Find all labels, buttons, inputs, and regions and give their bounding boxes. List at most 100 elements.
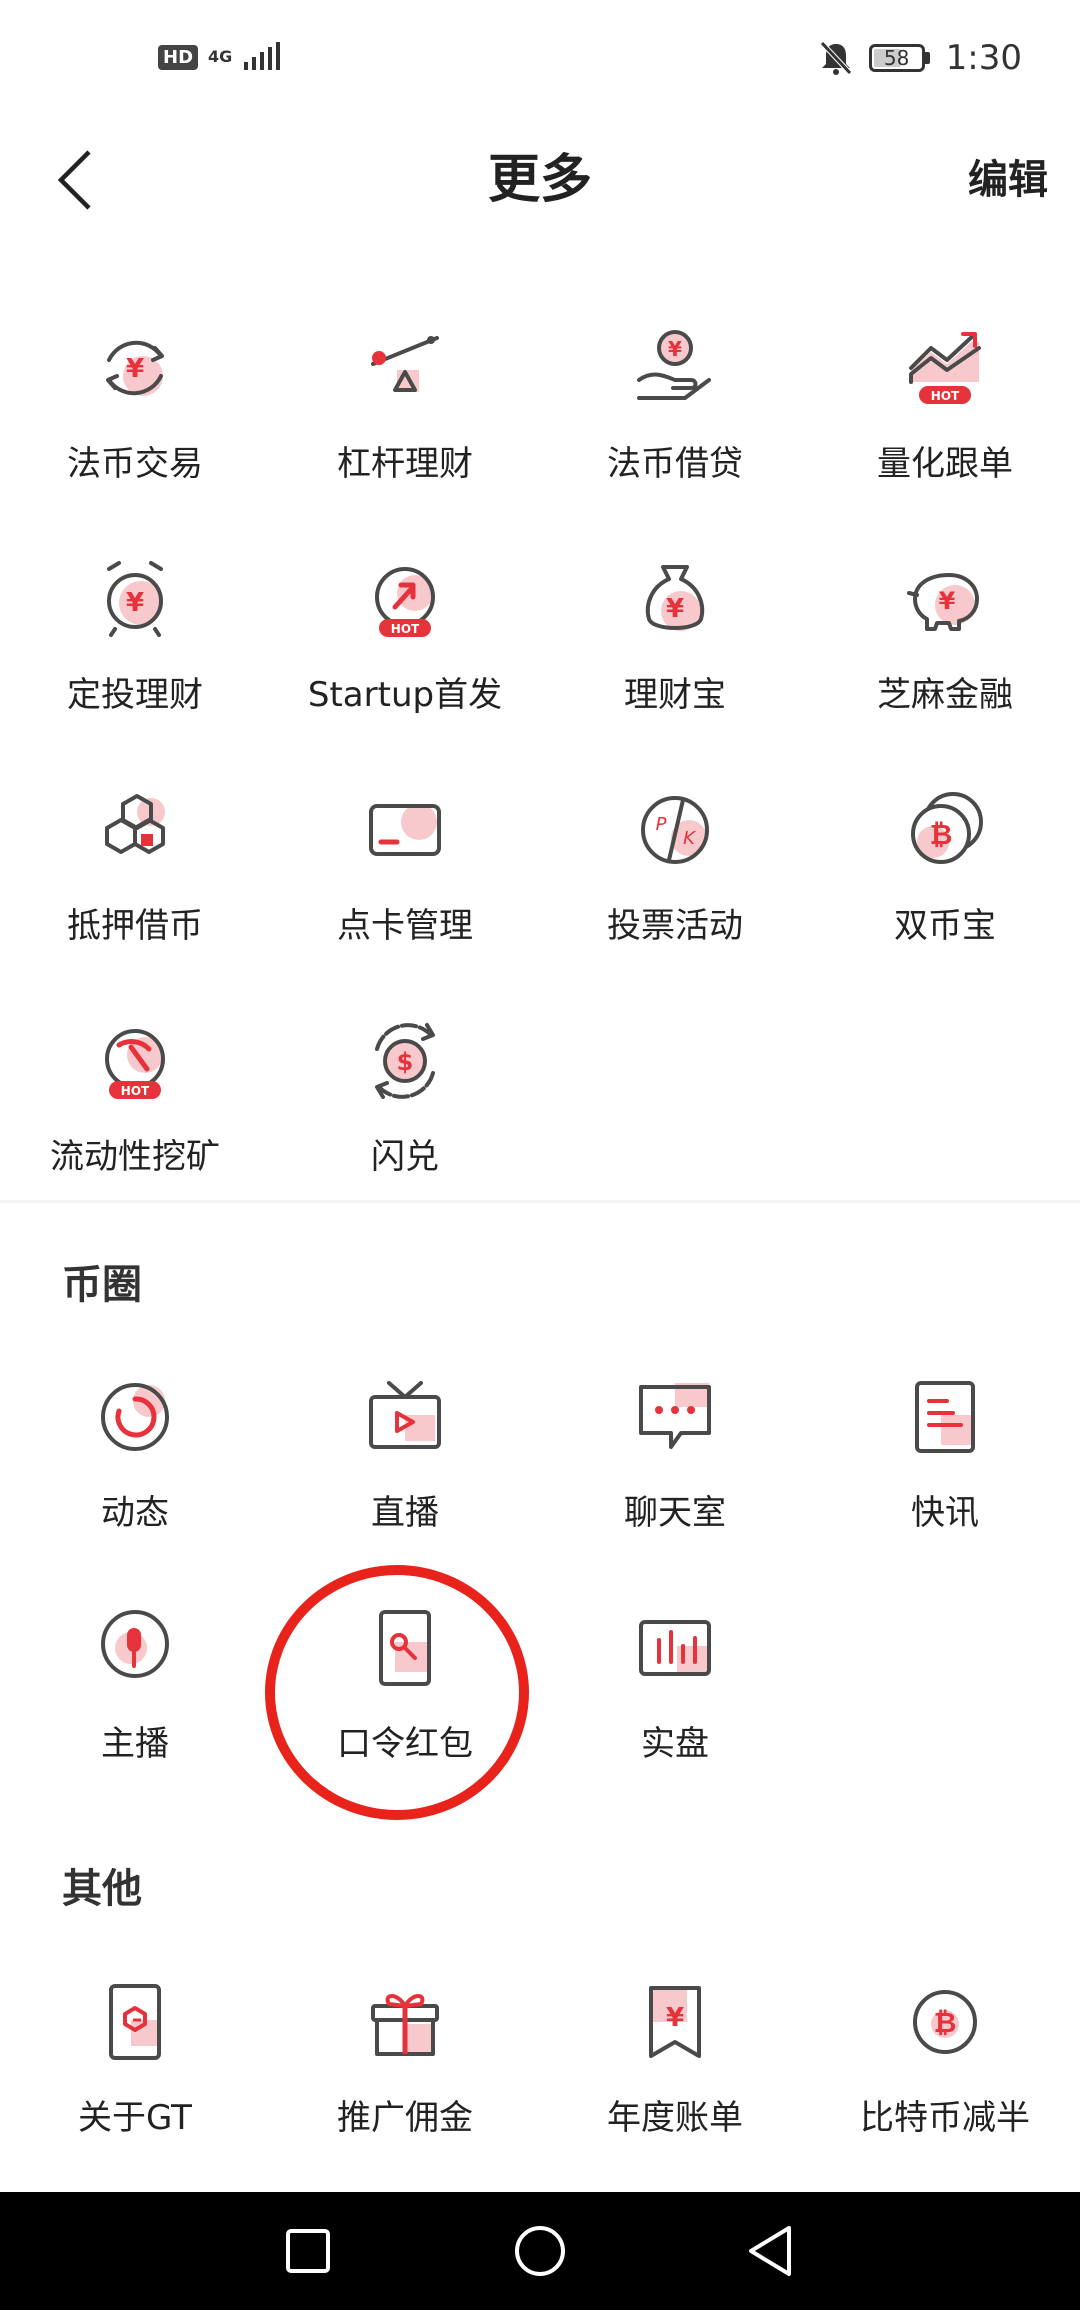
mute-bell-icon (819, 41, 852, 75)
coin-circle-section: 动态 直播 聊天室 快讯主播 口令红包 实盘 (0, 1331, 1080, 1793)
feature-tile[interactable]: 点卡管理 (270, 744, 540, 975)
feature-tile[interactable]: 杠杆理财 (270, 282, 540, 513)
feature-tile[interactable]: 主播 (0, 1562, 270, 1793)
mining-hot-icon: HOT (85, 1011, 185, 1111)
feature-label: 闪兑 (371, 1137, 439, 1177)
home-button[interactable] (495, 2214, 585, 2288)
feature-label: 流动性挖矿 (50, 1137, 220, 1177)
feature-tile[interactable]: ₿ 比特币减半 (810, 1936, 1080, 2167)
feature-tile[interactable]: 聊天室 (540, 1331, 810, 1562)
battery-percent: 58 (883, 46, 910, 70)
news-doc-icon (895, 1367, 995, 1467)
feature-tile[interactable]: HOT 量化跟单 (810, 282, 1080, 513)
yuan-exchange-icon: ¥ (85, 318, 185, 418)
feature-tile[interactable]: $ 闪兑 (270, 975, 540, 1206)
feature-tile[interactable]: ₿ 双币宝 (810, 744, 1080, 975)
feature-label: 实盘 (641, 1724, 709, 1764)
feature-tile[interactable]: ¥ 定投理财 (0, 513, 270, 744)
svg-text:HOT: HOT (391, 622, 420, 636)
chat-bubble-icon (625, 1367, 725, 1467)
gift-icon (355, 1972, 455, 2072)
recent-apps-button[interactable] (263, 2214, 353, 2288)
feature-label: 法币交易 (67, 444, 203, 484)
dollar-swap-icon: $ (355, 1011, 455, 1111)
main-features-section: ¥ 法币交易 杠杆理财 ¥ 法币借贷 HOT 量化跟单 ¥ 定投理财 HOT Startup首发 ¥ 理… (0, 282, 1080, 1206)
feature-tile[interactable]: ¥ 理财宝 (540, 513, 810, 744)
alarm-clock-yuan-icon: ¥ (85, 549, 185, 649)
feature-tile[interactable]: 实盘 (540, 1562, 810, 1793)
feature-label: 量化跟单 (877, 444, 1013, 484)
refresh-circle-icon (85, 1367, 185, 1467)
feature-tile[interactable]: HOT 流动性挖矿 (0, 975, 270, 1206)
feature-label: Startup首发 (307, 675, 503, 715)
feature-tile[interactable]: 口令红包 (270, 1562, 540, 1793)
cubes-icon (85, 780, 185, 880)
feature-label: 投票活动 (607, 906, 743, 946)
feature-tile[interactable]: 推广佣金 (270, 1936, 540, 2167)
edit-button[interactable]: 编辑 (968, 140, 1048, 220)
main-features-grid: ¥ 法币交易 杠杆理财 ¥ 法币借贷 HOT 量化跟单 ¥ 定投理财 HOT Startup首发 ¥ 理… (0, 282, 1080, 1206)
feature-label: 推广佣金 (337, 2098, 473, 2138)
top-bar: 更多 编辑 (0, 120, 1080, 240)
svg-text:₿: ₿ (934, 2006, 957, 2039)
money-bag-icon: ¥ (625, 549, 725, 649)
feature-label: 点卡管理 (337, 906, 473, 946)
svg-text:P: P (656, 814, 667, 835)
section-title-other: 其他 (62, 1866, 142, 1912)
feature-label: 主播 (101, 1724, 169, 1764)
hand-coin-icon: ¥ (625, 318, 725, 418)
svg-text:¥: ¥ (126, 588, 144, 618)
leverage-scale-icon (355, 318, 455, 418)
system-nav-bar (0, 2192, 1080, 2310)
feature-label: 年度账单 (607, 2098, 743, 2138)
svg-text:¥: ¥ (666, 594, 684, 624)
tv-play-icon (355, 1367, 455, 1467)
feature-label: 法币借贷 (607, 444, 743, 484)
feature-tile[interactable]: 抵押借币 (0, 744, 270, 975)
svg-text:¥: ¥ (939, 587, 956, 615)
svg-text:HOT: HOT (931, 389, 960, 403)
feature-tile[interactable]: ¥ 法币借贷 (540, 282, 810, 513)
feature-tile[interactable]: 快讯 (810, 1331, 1080, 1562)
feature-tile[interactable]: 直播 (270, 1331, 540, 1562)
feature-tile[interactable]: 关于GT (0, 1936, 270, 2167)
battery-indicator: 58 (868, 44, 930, 72)
svg-text:HOT: HOT (121, 1084, 150, 1098)
feature-tile[interactable]: ¥ 年度账单 (540, 1936, 810, 2167)
bookmark-yuan-icon: ¥ (625, 1972, 725, 2072)
card-icon (355, 780, 455, 880)
bar-chart-icon (625, 1598, 725, 1698)
key-envelope-icon (355, 1598, 455, 1698)
section-title-coin-circle: 币圈 (62, 1262, 142, 1308)
feature-label: 抵押借币 (67, 906, 203, 946)
signal-icon (244, 42, 281, 70)
feature-tile[interactable]: ¥ 芝麻金融 (810, 513, 1080, 744)
startup-hot-icon: HOT (355, 549, 455, 649)
feature-tile[interactable]: 动态 (0, 1331, 270, 1562)
feature-label: 比特币减半 (860, 2098, 1030, 2138)
svg-text:$: $ (397, 1048, 414, 1076)
svg-text:¥: ¥ (126, 354, 144, 384)
feature-tile[interactable]: ¥ 法币交易 (0, 282, 270, 513)
feature-label: 直播 (371, 1493, 439, 1533)
other-section: 关于GT 推广佣金 ¥ 年度账单 ₿ 比特币减半 (0, 1936, 1080, 2167)
feature-tile[interactable]: HOT Startup首发 (270, 513, 540, 744)
square-icon (286, 2229, 330, 2273)
system-back-button[interactable] (725, 2214, 815, 2288)
piggy-bank-icon: ¥ (895, 549, 995, 649)
divider (0, 1200, 1080, 1203)
feature-label: 芝麻金融 (877, 675, 1013, 715)
feature-label: 双币宝 (894, 906, 996, 946)
feature-label: 杠杆理财 (337, 444, 473, 484)
feature-label: 口令红包 (337, 1724, 473, 1764)
status-right: 58 1:30 (819, 38, 1022, 78)
page-title: 更多 (487, 150, 592, 210)
network-type: 4G (208, 47, 233, 66)
status-left: HD 4G (158, 42, 282, 72)
feature-tile[interactable]: P K 投票活动 (540, 744, 810, 975)
feature-label: 快讯 (911, 1493, 979, 1533)
pk-vote-icon: PK (625, 780, 725, 880)
status-bar: HD 4G 58 1:30 (0, 0, 1080, 120)
feature-label: 定投理财 (67, 675, 203, 715)
gt-phone-icon (85, 1972, 185, 2072)
